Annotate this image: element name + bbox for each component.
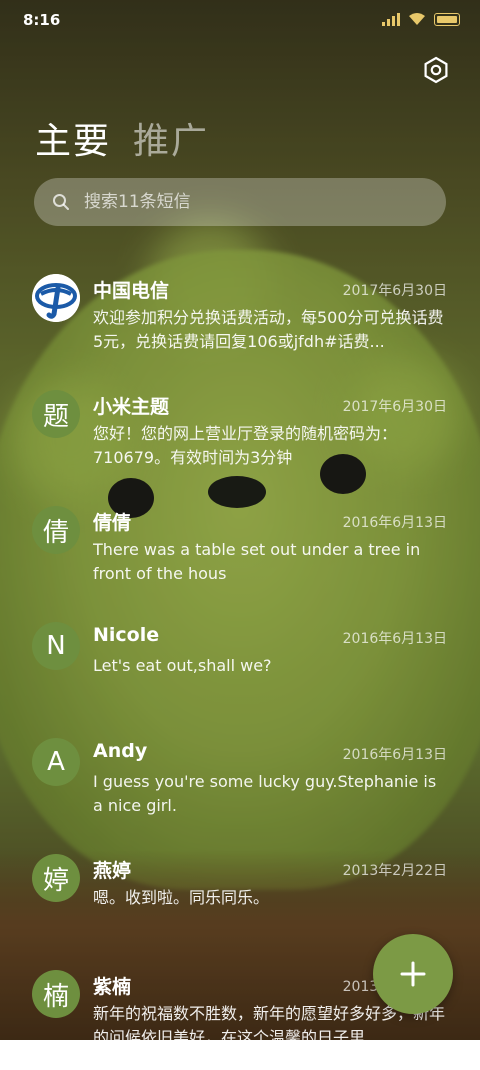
china-telecom-logo: [32, 274, 80, 322]
tab-promotions[interactable]: 推广: [133, 112, 209, 164]
message-preview: I guess you're some lucky guy.Stephanie …: [93, 772, 437, 815]
category-tabs: 主要 推广: [35, 112, 209, 164]
plus-icon: [400, 961, 426, 987]
conversation-item[interactable]: 中国电信 2017年6月30日 欢迎参加积分兑换话费活动，每500分可兑换话费5…: [0, 258, 480, 374]
message-date: 2017年6月30日: [342, 399, 447, 415]
message-date: 2013年2月22日: [342, 863, 447, 879]
wifi-icon: [409, 13, 425, 25]
conversation-item[interactable]: 题 小米主题 2017年6月30日 您好！您的网上营业厅登录的随机密码为：710…: [0, 374, 480, 490]
conversation-item[interactable]: 倩 倩倩 2016年6月13日 There was a table set ou…: [0, 490, 480, 606]
search-bar[interactable]: [34, 178, 446, 226]
contact-name: 倩倩: [93, 512, 132, 534]
avatar: 楠: [32, 970, 80, 1018]
contact-name: Nicole: [93, 624, 160, 646]
message-date: 2016年6月13日: [342, 747, 447, 763]
signal-icon: [382, 12, 400, 26]
contact-name: 小米主题: [93, 396, 170, 418]
message-date: 2017年6月30日: [342, 283, 447, 299]
conversation-item[interactable]: N Nicole 2016年6月13日 Let's eat out,shall …: [0, 606, 480, 722]
message-date: 2016年6月13日: [342, 631, 447, 647]
avatar: 题: [32, 390, 80, 438]
message-preview: There was a table set out under a tree i…: [93, 540, 421, 583]
avatar: A: [32, 738, 80, 786]
message-preview: Let's eat out,shall we?: [93, 656, 272, 675]
avatar: 倩: [32, 506, 80, 554]
status-bar: 8:16: [0, 0, 480, 42]
search-icon: [53, 194, 69, 210]
avatar: 婷: [32, 854, 80, 902]
message-date: 2016年6月13日: [342, 515, 447, 531]
message-preview: 欢迎参加积分兑换话费活动，每500分可兑换话费5元，兑换话费请回复106或jfd…: [93, 308, 444, 351]
status-time: 8:16: [23, 11, 61, 29]
contact-name: 燕婷: [93, 860, 132, 882]
gear-icon[interactable]: [422, 56, 450, 84]
avatar: N: [32, 622, 80, 670]
contact-name: 紫楠: [93, 976, 132, 998]
avatar: [32, 274, 80, 322]
contact-name: Andy: [93, 740, 148, 762]
compose-button[interactable]: [373, 934, 453, 1014]
status-icons: [382, 12, 460, 26]
conversation-item[interactable]: A Andy 2016年6月13日 I guess you're some lu…: [0, 722, 480, 838]
search-input[interactable]: [82, 191, 406, 213]
message-preview: 您好！您的网上营业厅登录的随机密码为：710679。有效时间为3分钟: [93, 424, 398, 467]
tab-primary[interactable]: 主要: [35, 112, 111, 164]
battery-icon: [434, 12, 460, 26]
message-preview: 嗯。收到啦。同乐同乐。: [93, 888, 270, 907]
contact-name: 中国电信: [93, 280, 170, 302]
